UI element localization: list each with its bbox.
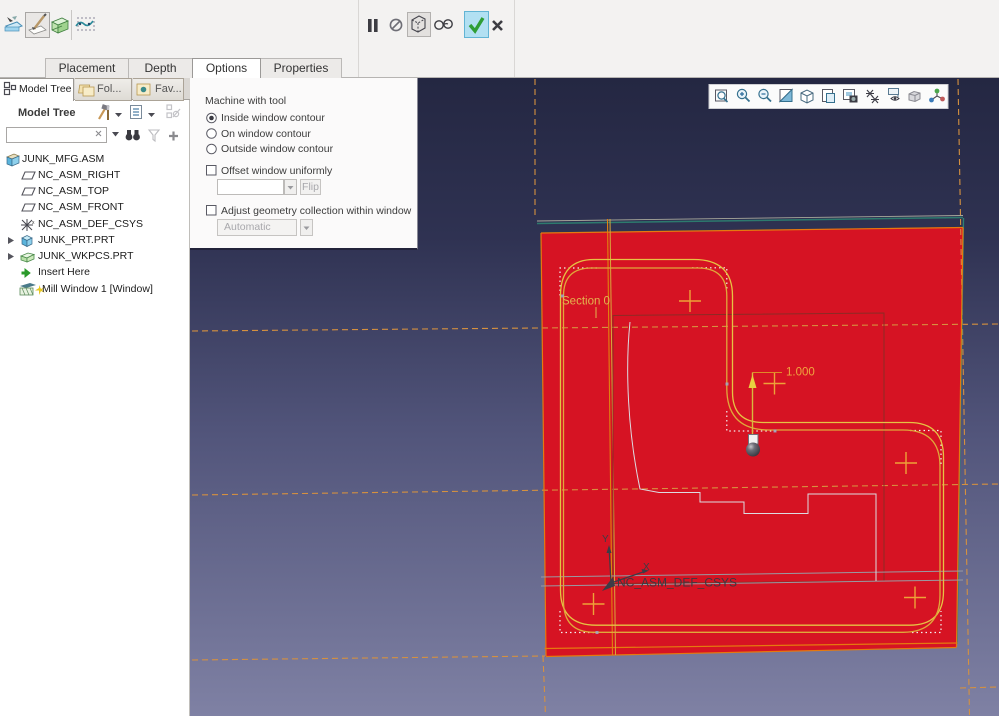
svg-text:NC_ASM_DEF_CSYS: NC_ASM_DEF_CSYS — [617, 576, 737, 590]
svg-text:X: X — [643, 562, 650, 573]
svg-text:Section 0: Section 0 — [562, 296, 610, 308]
svg-text:x: x — [32, 220, 35, 226]
svg-text:1.000: 1.000 — [786, 367, 815, 379]
svg-text:Y: Y — [602, 534, 609, 545]
